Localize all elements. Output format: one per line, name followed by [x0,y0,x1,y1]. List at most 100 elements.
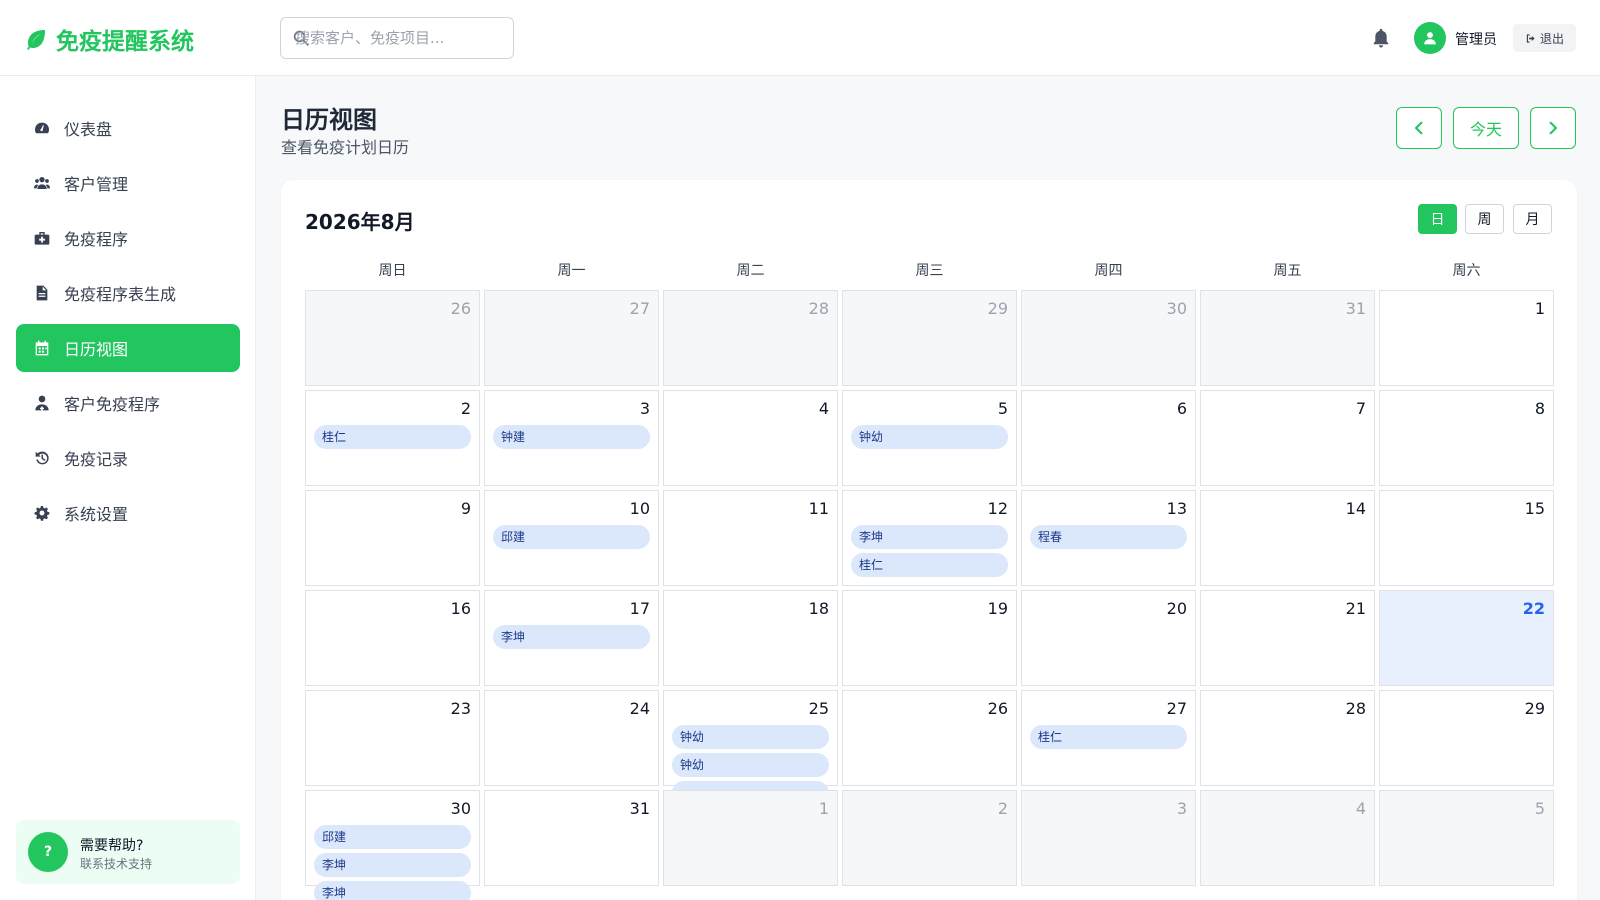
day-cell-today[interactable]: 22 [1379,590,1554,686]
day-number: 29 [1524,699,1545,718]
day-cell[interactable]: 30 邱建 李坤 李坤 [305,790,480,900]
search-box[interactable] [280,17,514,59]
prev-month-button[interactable] [1396,107,1442,149]
day-cell[interactable]: 2 [842,790,1017,886]
sidebar-item-label: 免疫程序表生成 [64,285,177,304]
day-cell[interactable]: 25 钟幼 钟幼 [663,690,838,805]
day-cell[interactable]: 18 [663,590,838,686]
day-cell[interactable]: 28 [1200,690,1375,786]
logout-button[interactable]: 退出 [1513,24,1576,52]
day-number: 27 [1166,699,1187,718]
sidebar-item-vaccine-programs[interactable]: 免疫程序 [16,214,240,262]
day-cell[interactable]: 12 李坤桂仁 [842,490,1017,586]
day-cell[interactable]: 2 桂仁 [305,390,480,486]
next-month-button[interactable] [1530,107,1576,149]
event-chip[interactable]: 李坤 [314,853,471,877]
event-chip[interactable]: 钟幼 [672,753,829,777]
event-chip[interactable]: 钟幼 [672,725,829,749]
event-chip[interactable]: 桂仁 [314,425,471,449]
day-cell[interactable]: 11 [663,490,838,586]
view-month-button[interactable]: 月 [1513,204,1552,234]
sidebar-item-customers[interactable]: 客户管理 [16,159,240,207]
sidebar-item-calendar[interactable]: 日历视图 [16,324,240,372]
day-number: 28 [808,299,829,318]
day-number: 7 [1355,399,1366,418]
day-cell[interactable]: 26 [842,690,1017,786]
day-cell[interactable]: 3 钟建 [484,390,659,486]
day-cell[interactable]: 1 [1379,290,1554,386]
day-number: 27 [629,299,650,318]
day-number: 1 [1534,299,1545,318]
event-chip[interactable]: 李坤 [851,525,1008,549]
day-cell[interactable]: 1 [663,790,838,886]
day-cell[interactable]: 3 [1021,790,1196,886]
weekday-label: 周二 [736,263,765,279]
sidebar-item-dashboard[interactable]: 仪表盘 [16,104,240,152]
today-button[interactable]: 今天 [1453,107,1519,149]
day-cell[interactable]: 20 [1021,590,1196,686]
event-chip[interactable]: 桂仁 [1030,725,1187,749]
search-input[interactable] [295,18,509,58]
day-cell[interactable]: 19 [842,590,1017,686]
sidebar-item-settings[interactable]: 系统设置 [16,489,240,537]
day-cell[interactable]: 27 桂仁 [1021,690,1196,786]
day-number: 3 [1176,799,1187,818]
day-number: 8 [1534,399,1545,418]
calendar-icon [35,340,49,356]
day-cell[interactable]: 4 [663,390,838,486]
day-cell[interactable]: 9 [305,490,480,586]
day-cell[interactable]: 31 [1200,290,1375,386]
view-week-button[interactable]: 周 [1465,204,1504,234]
day-cell[interactable]: 10 邱建 [484,490,659,586]
event-chip[interactable]: 程春 [1030,525,1187,549]
event-chip[interactable]: 邱建 [493,525,650,549]
day-cell[interactable]: 31 [484,790,659,886]
file-icon [36,285,48,301]
day-cell[interactable]: 26 [305,290,480,386]
history-icon [35,451,49,465]
event-chip[interactable]: 桂仁 [851,553,1008,577]
day-cell[interactable]: 5 钟幼 [842,390,1017,486]
avatar[interactable] [1414,22,1446,54]
day-cell[interactable]: 14 [1200,490,1375,586]
bell-icon[interactable] [1370,26,1392,50]
event-chip[interactable]: 李坤 [493,625,650,649]
day-cell[interactable]: 29 [1379,690,1554,786]
view-day-button[interactable]: 日 [1418,204,1457,234]
event-chip[interactable]: 钟幼 [851,425,1008,449]
day-cell[interactable]: 15 [1379,490,1554,586]
day-cell[interactable]: 4 [1200,790,1375,886]
day-cell[interactable]: 21 [1200,590,1375,686]
day-cell[interactable]: 17 李坤 [484,590,659,686]
sidebar-item-label: 日历视图 [64,340,129,359]
day-cell[interactable]: 30 [1021,290,1196,386]
day-cell[interactable]: 23 [305,690,480,786]
event-chip[interactable]: 李坤 [314,881,471,900]
day-cell[interactable]: 24 [484,690,659,786]
day-number: 5 [997,399,1008,418]
brand[interactable]: 免疫提醒系统 [24,22,194,56]
day-cell[interactable]: 28 [663,290,838,386]
day-cell[interactable]: 8 [1379,390,1554,486]
day-number: 25 [808,699,829,718]
sidebar-item-customer-programs[interactable]: 客户免疫程序 [16,379,240,427]
calendar-card: 2026年8月 日 周 月 周日 周一 周二 周三 周四 周五 周六 26 27 28 29 30 3… [281,180,1577,900]
day-number: 16 [450,599,471,618]
day-cell[interactable]: 6 [1021,390,1196,486]
help-card[interactable]: ? 需要帮助? 联系技术支持 [16,820,240,884]
sidebar-item-records[interactable]: 免疫记录 [16,434,240,482]
day-cell[interactable]: 7 [1200,390,1375,486]
day-number: 12 [987,499,1008,518]
day-cell[interactable]: 16 [305,590,480,686]
sidebar-item-schedule-generator[interactable]: 免疫程序表生成 [16,269,240,317]
day-cell[interactable]: 13 程春 [1021,490,1196,586]
day-cell[interactable]: 27 [484,290,659,386]
day-cell[interactable]: 5 [1379,790,1554,886]
day-number: 31 [1345,299,1366,318]
page-subtitle: 查看免疫计划日历 [281,138,410,157]
event-chip[interactable]: 钟建 [493,425,650,449]
day-cell[interactable]: 29 [842,290,1017,386]
leaf-icon [27,30,45,50]
day-number: 15 [1524,499,1545,518]
event-chip[interactable]: 邱建 [314,825,471,849]
